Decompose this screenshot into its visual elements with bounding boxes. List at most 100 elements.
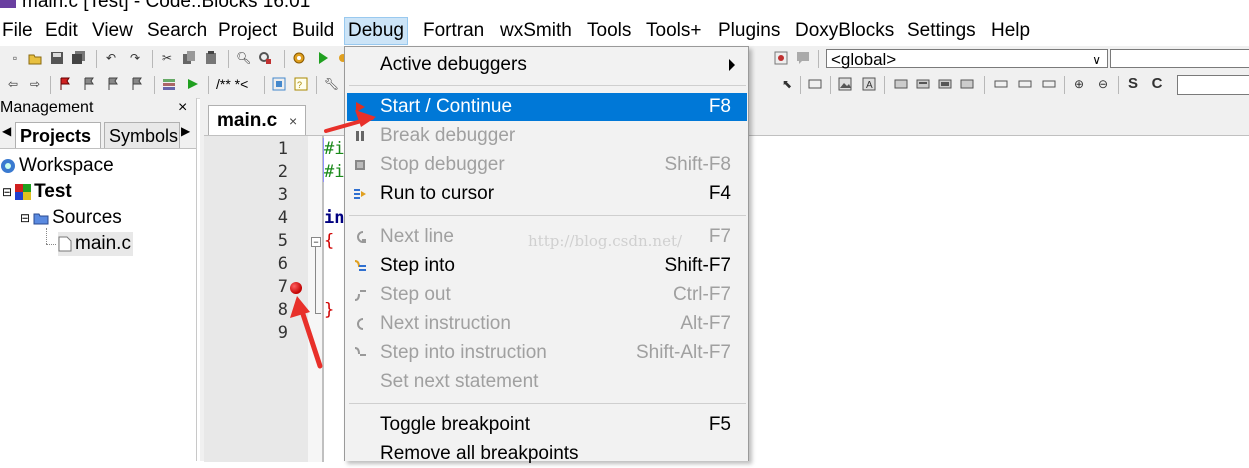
line-number-gutter[interactable]: 1 2 3 4 5 6 7 8 9: [204, 136, 322, 462]
debug-menu-dropdown: Active debuggers Start / Continue F8 Bre…: [344, 46, 749, 464]
tab-symbols[interactable]: Symbols: [104, 122, 180, 148]
menu-item-run-to-cursor[interactable]: Run to cursor F4: [347, 180, 747, 208]
open-folder-icon[interactable]: [28, 51, 42, 65]
redo-icon[interactable]: ↷: [128, 51, 142, 65]
open-folder-icon: [33, 213, 49, 225]
clear-bookmarks-icon[interactable]: [130, 77, 144, 91]
new-file-icon[interactable]: ▫: [8, 51, 22, 65]
function-combo[interactable]: [1110, 49, 1249, 68]
copy-icon[interactable]: [182, 51, 196, 65]
next-bookmark-icon[interactable]: [106, 77, 120, 91]
menu-fortran[interactable]: Fortran: [423, 18, 484, 44]
submenu-arrow-icon: [729, 59, 735, 71]
menu-plugins[interactable]: Plugins: [718, 18, 780, 44]
close-icon[interactable]: ×: [178, 98, 187, 118]
tab-projects[interactable]: Projects: [15, 122, 101, 148]
tree-file-main-c[interactable]: main.c: [58, 232, 133, 256]
menu-item-toggle-breakpoint[interactable]: Toggle breakpoint F5: [347, 411, 747, 439]
editor-tab-main-c[interactable]: main.c ×: [208, 105, 306, 135]
comment-icon[interactable]: [796, 51, 810, 65]
close-icon[interactable]: ×: [289, 111, 297, 131]
prev-bookmark-icon[interactable]: [82, 77, 96, 91]
tree-workspace[interactable]: Workspace: [0, 154, 114, 178]
widget-tool-1-icon[interactable]: [994, 77, 1008, 91]
toolbar-c-button[interactable]: C: [1150, 76, 1164, 91]
tree-project-test[interactable]: ⊟ Test: [2, 180, 72, 204]
menu-file[interactable]: File: [2, 18, 33, 44]
save-icon[interactable]: [50, 51, 64, 65]
widget-tool-3-icon[interactable]: [1042, 77, 1056, 91]
menu-item-break-debugger[interactable]: Break debugger: [347, 122, 747, 150]
menu-wxsmith[interactable]: wxSmith: [500, 18, 572, 44]
toolbar-input-box[interactable]: [1177, 75, 1249, 95]
tree-folder-sources[interactable]: ⊟ Sources: [20, 206, 122, 230]
toolbar-s-button[interactable]: S: [1126, 76, 1140, 91]
menu-project[interactable]: Project: [218, 18, 277, 44]
menu-tools-plus[interactable]: Tools+: [646, 18, 701, 44]
breakpoint-marker[interactable]: [290, 282, 302, 294]
find-icon[interactable]: 🔍︎: [236, 51, 251, 65]
fold-margin[interactable]: −: [308, 136, 322, 462]
stop-icon: [355, 160, 365, 170]
zoom-in-icon[interactable]: ⊕: [1072, 77, 1086, 91]
menu-tools[interactable]: Tools: [587, 18, 631, 44]
menu-doxyblocks[interactable]: DoxyBlocks: [795, 18, 894, 44]
menu-build[interactable]: Build: [292, 18, 334, 44]
jump-icon[interactable]: [186, 77, 200, 91]
menu-item-active-debuggers[interactable]: Active debuggers: [347, 51, 747, 79]
pointer-icon[interactable]: ⬉: [780, 77, 794, 91]
replace-icon[interactable]: [258, 51, 272, 65]
menu-item-set-next-statement[interactable]: Set next statement: [347, 368, 747, 396]
menu-item-step-out[interactable]: Step out Ctrl-F7: [347, 281, 747, 309]
menu-item-step-into-instruction[interactable]: Step into instruction Shift-Alt-F7: [347, 339, 747, 367]
undo-icon[interactable]: ↶: [104, 51, 118, 65]
cut-icon[interactable]: ✂: [160, 51, 174, 65]
bookmark-flag-icon[interactable]: [58, 77, 72, 91]
layout-tool-2-icon[interactable]: [916, 77, 930, 91]
project-icon: [15, 184, 32, 200]
back-arrow-icon[interactable]: ⇦: [6, 77, 20, 91]
menu-item-stop-debugger[interactable]: Stop debugger Shift-F8: [347, 151, 747, 179]
doxy-comment-label[interactable]: /** *<: [216, 76, 248, 92]
paste-icon[interactable]: [204, 51, 218, 65]
menu-debug[interactable]: Debug: [344, 17, 408, 45]
rect-tool-icon[interactable]: [808, 77, 822, 91]
zoom-out-icon[interactable]: ⊖: [1096, 77, 1110, 91]
menu-item-start-continue[interactable]: Start / Continue F8: [347, 93, 747, 121]
step-into-instruction-icon: [354, 347, 366, 356]
run-icon[interactable]: [316, 51, 330, 65]
collapse-minus-icon[interactable]: ⊟: [20, 206, 30, 230]
menu-help[interactable]: Help: [991, 18, 1030, 44]
editor-tab-label: main.c: [217, 110, 278, 131]
management-header: Management ×: [0, 98, 196, 119]
stack-icon[interactable]: [162, 77, 176, 91]
image-tool-icon[interactable]: [838, 77, 852, 91]
menu-item-label: Remove all breakpoints: [380, 443, 579, 464]
build-gear-icon[interactable]: [292, 51, 306, 65]
svg-text:?: ?: [297, 80, 302, 90]
layout-tool-4-icon[interactable]: [960, 77, 974, 91]
fold-minus-icon[interactable]: −: [311, 237, 321, 247]
tab-scroll-right-icon[interactable]: ▶: [181, 124, 190, 138]
tab-scroll-left-icon[interactable]: ◀: [2, 124, 11, 138]
text-tool-icon[interactable]: A: [862, 77, 876, 91]
wrench-icon[interactable]: 🔧︎: [324, 77, 339, 91]
layout-tool-3-icon[interactable]: [938, 77, 952, 91]
menu-edit[interactable]: Edit: [45, 18, 78, 44]
menu-item-label: Step out: [380, 284, 451, 305]
doc-icon[interactable]: [272, 77, 286, 91]
layout-tool-1-icon[interactable]: [894, 77, 908, 91]
menu-item-remove-all-breakpoints[interactable]: Remove all breakpoints: [347, 440, 747, 468]
menu-item-next-instruction[interactable]: Next instruction Alt-F7: [347, 310, 747, 338]
menu-view[interactable]: View: [92, 18, 133, 44]
widget-tool-2-icon[interactable]: [1018, 77, 1032, 91]
collapse-minus-icon[interactable]: ⊟: [2, 180, 12, 204]
html-doc-icon[interactable]: ?: [294, 77, 308, 91]
save-all-icon[interactable]: [72, 51, 86, 65]
menu-item-step-into[interactable]: Step into Shift-F7: [347, 252, 747, 280]
doxy-icon[interactable]: [774, 51, 788, 65]
menu-search[interactable]: Search: [147, 18, 207, 44]
forward-arrow-icon[interactable]: ⇨: [28, 77, 42, 91]
menu-settings[interactable]: Settings: [907, 18, 976, 44]
scope-combo[interactable]: <global> ∨: [826, 49, 1108, 69]
